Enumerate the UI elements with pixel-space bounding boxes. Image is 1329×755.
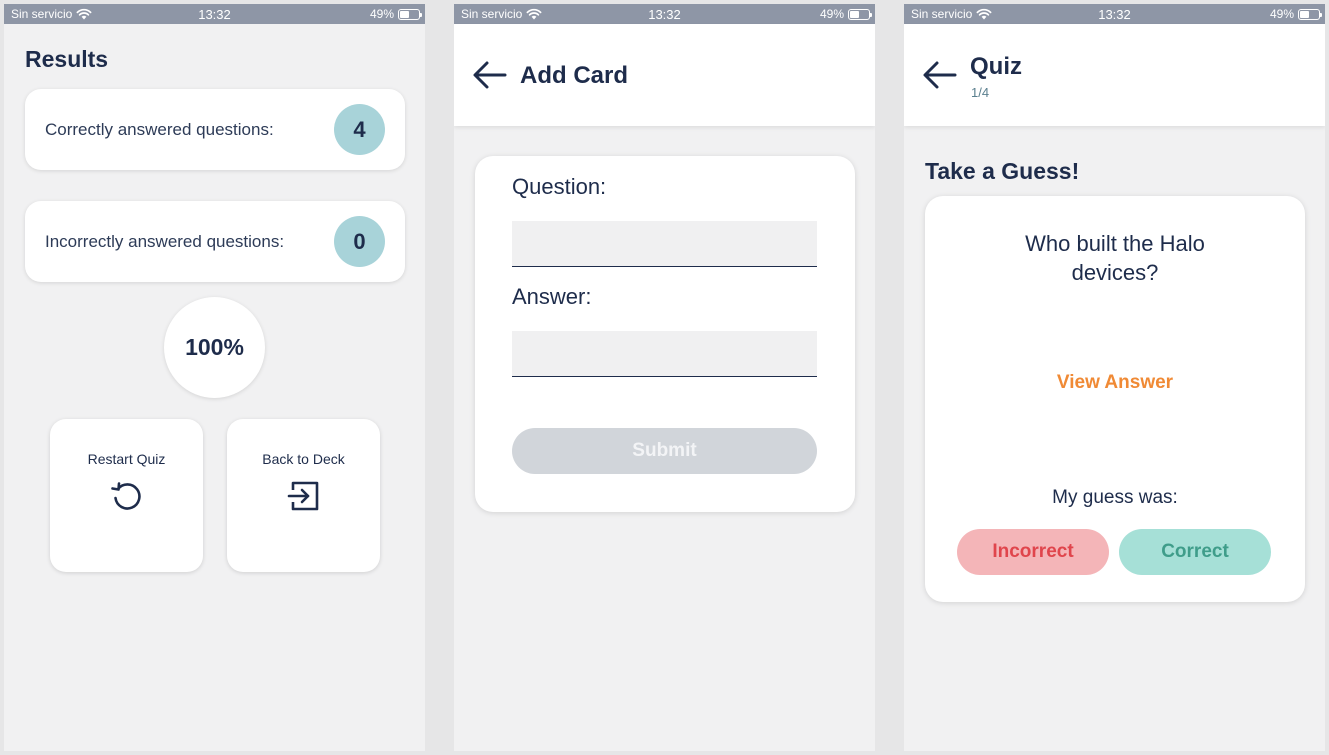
battery-icon (848, 8, 872, 20)
battery-percent: 49% (819, 7, 844, 21)
correct-answers-card: Correctly answered questions: 4 (25, 89, 405, 170)
clock: 13:32 (648, 7, 681, 22)
add-card-screen: Sin servicio 13:32 49% Add Card Question… (454, 4, 875, 751)
score-percentage: 100% (164, 297, 265, 398)
back-to-deck-button[interactable]: Back to Deck (227, 419, 380, 572)
correct-answers-label: Correctly answered questions: (45, 120, 274, 139)
submit-button[interactable]: Submit (512, 428, 817, 474)
battery-indicator: 49% (1269, 7, 1322, 21)
incorrect-count-badge: 0 (334, 216, 385, 267)
flashcard: Who built the Halo devices? View Answer … (925, 196, 1305, 602)
clock: 13:32 (198, 7, 231, 22)
header-bar: Add Card (454, 24, 875, 126)
battery-percent: 49% (1269, 7, 1294, 21)
clock: 13:32 (1098, 7, 1131, 22)
quiz-progress: 1/4 (971, 85, 990, 100)
page-title: Results (25, 46, 109, 72)
view-answer-link[interactable]: View Answer (925, 372, 1305, 394)
page-title: Add Card (520, 62, 628, 89)
restart-quiz-button[interactable]: Restart Quiz (50, 419, 203, 572)
answer-input[interactable] (512, 331, 817, 377)
question-label: Question: (512, 174, 607, 199)
status-bar: Sin servicio 13:32 49% (4, 4, 425, 24)
back-to-deck-label: Back to Deck (262, 451, 345, 467)
page-title: Quiz (970, 53, 1022, 80)
incorrect-answers-label: Incorrectly answered questions: (45, 232, 285, 251)
battery-indicator: 49% (819, 7, 872, 21)
back-arrow-icon[interactable] (922, 59, 958, 91)
correct-count-badge: 4 (334, 104, 385, 155)
battery-percent: 49% (369, 7, 394, 21)
restart-icon (111, 482, 141, 510)
incorrect-button[interactable]: Incorrect (957, 529, 1109, 575)
battery-icon (1298, 8, 1322, 20)
exit-icon (287, 481, 319, 511)
battery-icon (398, 8, 422, 20)
quiz-screen: Sin servicio 13:32 49% Quiz 1/4 Take a G… (904, 4, 1325, 751)
incorrect-answers-card: Incorrectly answered questions: 0 (25, 201, 405, 282)
header-bar: Quiz 1/4 (904, 24, 1325, 126)
question-text: Who built the Halo devices? (1025, 231, 1205, 285)
correct-button[interactable]: Correct (1119, 529, 1271, 575)
results-screen: Sin servicio 13:32 49% Results Correctly… (4, 4, 425, 751)
answer-label: Answer: (512, 284, 592, 309)
status-bar: Sin servicio 13:32 49% (454, 4, 875, 24)
back-arrow-icon[interactable] (472, 59, 508, 91)
battery-indicator: 49% (369, 7, 422, 21)
question-input[interactable] (512, 221, 817, 267)
guess-label: My guess was: (1052, 487, 1178, 508)
restart-quiz-label: Restart Quiz (87, 451, 166, 467)
add-card-form: Question: Answer: Submit (475, 156, 855, 512)
status-bar: Sin servicio 13:32 49% (904, 4, 1325, 24)
take-a-guess-heading: Take a Guess! (925, 158, 1080, 184)
